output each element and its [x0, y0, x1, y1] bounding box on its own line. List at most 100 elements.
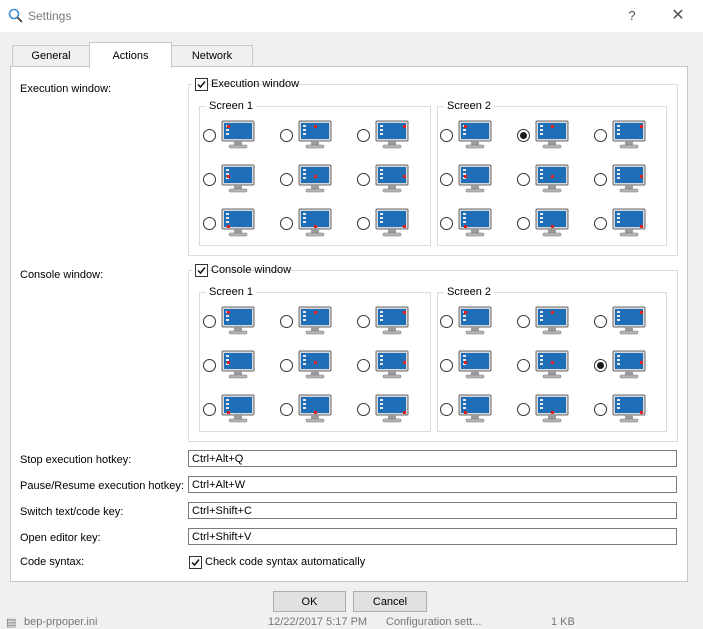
execution-screen2-position-radio[interactable]: [594, 217, 607, 230]
monitor-icon: [221, 350, 255, 380]
console-screen1-position-radio[interactable]: [203, 403, 216, 416]
console-screen1-position-radio[interactable]: [357, 403, 370, 416]
monitor-icon: [535, 394, 569, 424]
code-syntax-checkbox[interactable]: [189, 556, 202, 569]
monitor-icon: [375, 208, 409, 238]
file-name: bep-prpoper.ini: [24, 616, 98, 628]
console-screen1-position-radio[interactable]: [203, 315, 216, 328]
execution-screen2-position-radio[interactable]: [517, 129, 530, 142]
console-screen2-position-radio[interactable]: [594, 315, 607, 328]
monitor-icon: [298, 208, 332, 238]
monitor-icon: [612, 208, 646, 238]
console-screen2-position-radio[interactable]: [517, 315, 530, 328]
file-date: 12/22/2017 5:17 PM: [268, 616, 368, 628]
console-screen1-position-radio[interactable]: [203, 359, 216, 372]
execution-screen1-position-radio[interactable]: [203, 173, 216, 186]
monitor-icon: [458, 350, 492, 380]
pause-hotkey-label: Pause/Resume execution hotkey:: [20, 480, 184, 492]
console-window-checkbox-label: Console window: [211, 264, 292, 276]
console-screen1-position-radio[interactable]: [357, 315, 370, 328]
stop-hotkey-label: Stop execution hotkey:: [20, 454, 132, 466]
execution-screen1-position-radio[interactable]: [203, 129, 216, 142]
monitor-icon: [375, 394, 409, 424]
console-screen1-position-radio[interactable]: [280, 403, 293, 416]
monitor-icon: [535, 120, 569, 150]
console-screen1-position-radio[interactable]: [280, 359, 293, 372]
stop-hotkey-field[interactable]: Ctrl+Alt+Q: [188, 450, 677, 467]
console-screen2-position-radio[interactable]: [440, 315, 453, 328]
execution-window-checkbox[interactable]: [195, 78, 208, 91]
screen-title: Screen 1: [206, 286, 257, 299]
execution-screen1-position-radio[interactable]: [203, 217, 216, 230]
monitor-icon: [375, 120, 409, 150]
console-screen2-position-radio[interactable]: [594, 403, 607, 416]
window-title: Settings: [28, 9, 72, 23]
code-syntax-checkbox-label: Check code syntax automatically: [205, 556, 366, 568]
console-screen2-position-radio[interactable]: [517, 359, 530, 372]
editor-key-field[interactable]: Ctrl+Shift+V: [188, 528, 677, 545]
execution-screen2-position-radio[interactable]: [440, 217, 453, 230]
execution-screen1-position-radio[interactable]: [357, 217, 370, 230]
editor-key-label: Open editor key:: [20, 532, 101, 544]
monitor-icon: [298, 394, 332, 424]
execution-screen2-position-radio[interactable]: [594, 129, 607, 142]
execution-screen2-position-radio[interactable]: [517, 217, 530, 230]
background-file-row: ▤ bep-prpoper.ini 12/22/2017 5:17 PM Con…: [0, 616, 703, 629]
execution-screen1-position-radio[interactable]: [280, 173, 293, 186]
console-screen1-position-radio[interactable]: [357, 359, 370, 372]
pause-hotkey-field[interactable]: Ctrl+Alt+W: [188, 476, 677, 493]
console-window-checkbox[interactable]: [195, 264, 208, 277]
monitor-icon: [612, 394, 646, 424]
file-type: Configuration sett...: [386, 616, 482, 628]
ok-button[interactable]: OK: [273, 591, 346, 612]
console-screen2-position-radio[interactable]: [440, 403, 453, 416]
monitor-icon: [221, 120, 255, 150]
monitor-icon: [535, 306, 569, 336]
execution-screen1-position-radio[interactable]: [280, 129, 293, 142]
screen-title: Screen 2: [444, 100, 495, 113]
console-window-checkbox-wrap: Console window: [192, 263, 291, 278]
tab-general[interactable]: General: [12, 45, 90, 67]
file-size: 1 KB: [551, 616, 575, 628]
console-screen1-position-radio[interactable]: [280, 315, 293, 328]
execution-screen2-position-radio[interactable]: [594, 173, 607, 186]
execution-screen1-position-radio[interactable]: [357, 173, 370, 186]
code-syntax-label: Code syntax:: [20, 556, 85, 568]
monitor-icon: [298, 306, 332, 336]
console-screen2-position-radio[interactable]: [594, 359, 607, 372]
monitor-icon: [221, 394, 255, 424]
monitor-icon: [535, 350, 569, 380]
execution-window-label: Execution window:: [20, 83, 112, 95]
cancel-button[interactable]: Cancel: [353, 591, 427, 612]
close-button[interactable]: ✕: [664, 4, 692, 28]
search-icon: [8, 8, 23, 23]
execution-screen2-position-radio[interactable]: [517, 173, 530, 186]
monitor-icon: [612, 164, 646, 194]
console-window-label: Console window:: [20, 269, 104, 281]
tab-network[interactable]: Network: [171, 45, 253, 67]
switch-key-field[interactable]: Ctrl+Shift+C: [188, 502, 677, 519]
screen-title: Screen 1: [206, 100, 257, 113]
execution-screen2-position-radio[interactable]: [440, 173, 453, 186]
monitor-icon: [298, 120, 332, 150]
monitor-icon: [375, 306, 409, 336]
monitor-icon: [535, 164, 569, 194]
monitor-icon: [375, 164, 409, 194]
execution-screen1-position-radio[interactable]: [357, 129, 370, 142]
screen-title: Screen 2: [444, 286, 495, 299]
console-screen2-position-radio[interactable]: [440, 359, 453, 372]
close-icon: ✕: [671, 7, 685, 24]
monitor-icon: [612, 120, 646, 150]
execution-screen2-position-radio[interactable]: [440, 129, 453, 142]
title-bar: Settings ? ✕: [0, 0, 703, 32]
monitor-icon: [612, 350, 646, 380]
monitor-icon: [298, 350, 332, 380]
monitor-icon: [535, 208, 569, 238]
monitor-icon: [458, 208, 492, 238]
help-button[interactable]: ?: [618, 4, 646, 28]
monitor-icon: [458, 120, 492, 150]
tab-actions[interactable]: Actions: [89, 42, 172, 68]
execution-screen1-position-radio[interactable]: [280, 217, 293, 230]
monitor-icon: [221, 208, 255, 238]
console-screen2-position-radio[interactable]: [517, 403, 530, 416]
